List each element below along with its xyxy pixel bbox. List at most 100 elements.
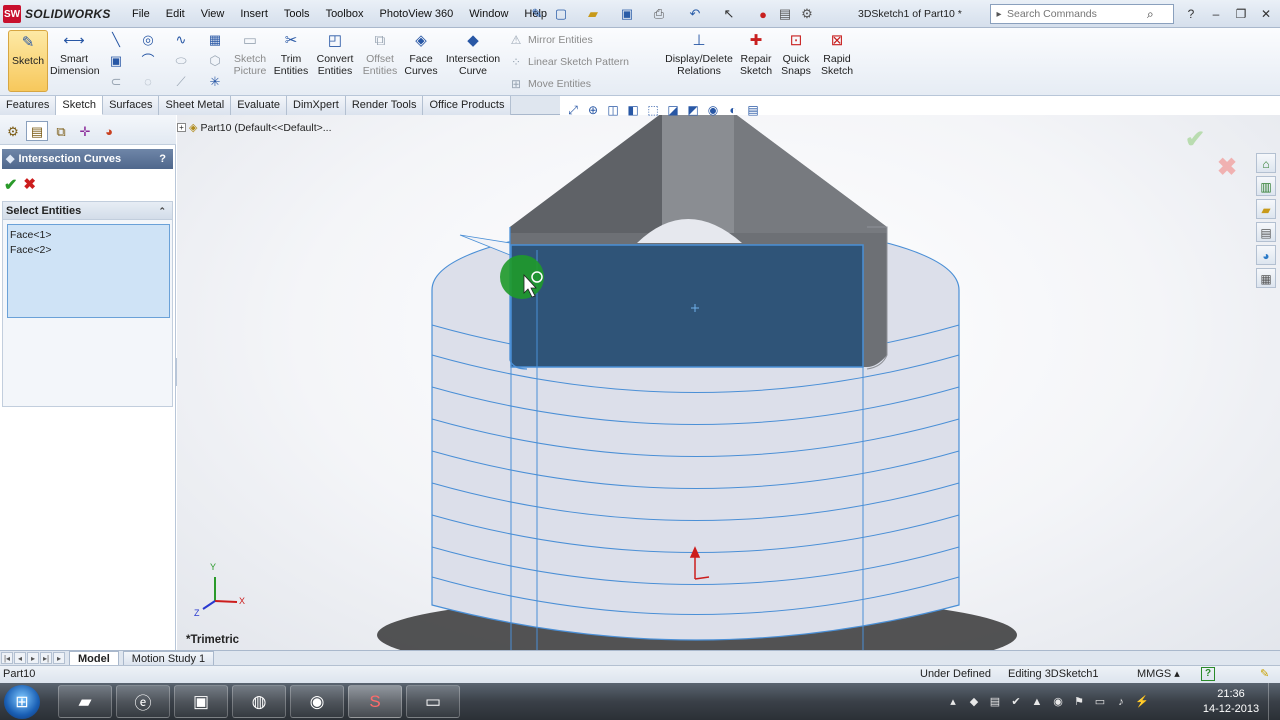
move-entities-button[interactable]: ⊞ Move Entities <box>508 77 591 91</box>
menu-file[interactable]: File <box>124 8 158 20</box>
undo-icon[interactable]: ↶ <box>686 5 704 23</box>
expand-tree-icon[interactable]: + <box>177 123 186 132</box>
solidworks-logo[interactable]: SW SOLIDWORKS <box>3 5 111 23</box>
feature-tree-tab-icon[interactable]: ⚙ <box>2 121 24 141</box>
restore-window-button[interactable]: ❐ <box>1230 5 1252 23</box>
apply-scene-icon[interactable]: ◐ <box>725 102 741 118</box>
rectangle-icon[interactable]: ▣ <box>108 53 124 69</box>
pin-icon[interactable]: ✎ <box>528 5 546 23</box>
circle-icon[interactable]: ◎ <box>140 32 156 48</box>
tab-evaluate[interactable]: Evaluate <box>231 96 287 115</box>
part-name[interactable]: Part10 (Default<<Default>... <box>200 122 331 134</box>
view-settings-icon[interactable]: ▤ <box>745 102 761 118</box>
graphics-area[interactable]: + ◈ Part10 (Default<<Default>... Y X Z *… <box>177 115 1280 650</box>
menu-edit[interactable]: Edit <box>158 8 193 20</box>
select-entities-header[interactable]: Select Entities ⌃ <box>3 202 172 220</box>
open-folder-icon[interactable]: ▰ <box>584 5 602 23</box>
ellipse-icon[interactable]: ⬭ <box>173 53 189 69</box>
menu-view[interactable]: View <box>193 8 233 20</box>
tab-features[interactable]: Features <box>0 96 57 115</box>
quick-tips-help-icon[interactable]: ? <box>1201 667 1215 681</box>
face-curves-button[interactable]: ◈ Face Curves <box>400 31 442 77</box>
search-input[interactable] <box>1007 8 1147 20</box>
close-window-button[interactable]: ✕ <box>1255 5 1277 23</box>
search-commands-box[interactable]: ▸ ⌕ <box>990 4 1174 24</box>
menu-photoview[interactable]: PhotoView 360 <box>371 8 461 20</box>
tab-motion-study[interactable]: Motion Study 1 <box>122 651 215 665</box>
sketch-picture-button[interactable]: ▭ Sketch Picture <box>228 31 272 77</box>
tab-sheet-metal[interactable]: Sheet Metal <box>159 96 232 115</box>
options-gear-icon[interactable]: ⚙ <box>798 5 816 23</box>
help-button[interactable]: ? <box>159 149 166 169</box>
model-viewport[interactable] <box>177 115 1280 650</box>
point-icon[interactable]: ✳ <box>207 74 223 90</box>
tray-action-center-icon[interactable]: ⚑ <box>1072 695 1086 709</box>
print-icon[interactable]: ⎙ <box>650 5 668 23</box>
tab-surfaces[interactable]: Surfaces <box>103 96 160 115</box>
taskbar-clock[interactable]: 21:36 14-12-2013 <box>1198 687 1264 717</box>
rebuild-icon[interactable]: ● <box>754 5 772 23</box>
appearances-icon[interactable]: ◕ <box>1256 245 1276 265</box>
ok-check-icon[interactable]: ✔ <box>4 175 17 195</box>
tab-scroll-icon[interactable]: ▸ <box>53 652 65 664</box>
display-style-icon[interactable]: ◪ <box>665 102 681 118</box>
document-taskbar-icon[interactable]: ▭ <box>406 685 460 718</box>
show-desktop-button[interactable] <box>1268 683 1280 720</box>
tab-office-products[interactable]: Office Products <box>423 96 512 115</box>
confirm-ok-check-icon[interactable]: ✔ <box>1185 125 1205 154</box>
explorer-taskbar-icon[interactable]: ▰ <box>58 685 112 718</box>
sketch-chamfer-icon[interactable]: ⟋ <box>173 74 189 90</box>
start-button[interactable]: ⊞ <box>4 685 40 719</box>
tray-network-drive-icon[interactable]: ▤ <box>988 695 1002 709</box>
confirm-cancel-close-icon[interactable]: ✖ <box>1217 153 1237 182</box>
chrome-taskbar-icon[interactable]: ◉ <box>290 685 344 718</box>
arc-icon[interactable]: ⌒ <box>140 53 156 69</box>
edit-appearance-icon[interactable]: ◉ <box>705 102 721 118</box>
list-item[interactable]: Face<1> <box>10 228 167 243</box>
linear-sketch-pattern-button[interactable]: ⁘ Linear Sketch Pattern <box>508 55 629 69</box>
collapse-chevron-icon[interactable]: ⌃ <box>158 202 166 220</box>
internet-explorer-taskbar-icon[interactable]: ⓔ <box>116 685 170 718</box>
help-question-icon[interactable]: ? <box>1180 5 1202 23</box>
menu-tools[interactable]: Tools <box>276 8 318 20</box>
sketch-button[interactable]: ✎ Sketch <box>8 30 48 92</box>
tab-render-tools[interactable]: Render Tools <box>345 96 424 115</box>
solidworks-taskbar-icon[interactable]: S <box>348 685 402 718</box>
trim-entities-button[interactable]: ✂ Trim Entities <box>270 31 312 77</box>
design-library-icon[interactable]: ▥ <box>1256 176 1276 196</box>
view-palette-icon[interactable]: ▤ <box>1256 222 1276 242</box>
menu-toolbox[interactable]: Toolbox <box>318 8 372 20</box>
spline-icon[interactable]: ∿ <box>173 32 189 48</box>
first-tab-icon[interactable]: |◂ <box>1 652 13 664</box>
hide-show-items-icon[interactable]: ◩ <box>685 102 701 118</box>
new-document-icon[interactable]: ▢ <box>552 5 570 23</box>
convert-entities-button[interactable]: ◰ Convert Entities <box>312 31 358 77</box>
line-icon[interactable]: ╲ <box>108 32 124 48</box>
zoom-to-fit-icon[interactable]: ⤢ <box>565 102 581 118</box>
prev-tab-icon[interactable]: ◂ <box>14 652 26 664</box>
tray-app-icon[interactable]: ◆ <box>967 695 981 709</box>
mirror-entities-button[interactable]: ⚠ Mirror Entities <box>508 33 593 47</box>
menu-insert[interactable]: Insert <box>232 8 276 20</box>
cancel-close-icon[interactable]: ✖ <box>23 175 36 195</box>
slot-icon[interactable]: ⊂ <box>108 74 124 90</box>
home-icon[interactable]: ⌂ <box>1256 153 1276 173</box>
display-delete-relations-button[interactable]: ⊥ Display/Delete Relations <box>662 31 736 77</box>
section-view-icon[interactable]: ◧ <box>625 102 641 118</box>
tray-expand-icon[interactable]: ▴ <box>946 695 960 709</box>
tab-model[interactable]: Model <box>69 651 119 665</box>
sketch-grid-icon[interactable]: ▦ <box>207 32 223 48</box>
last-tab-icon[interactable]: ▸| <box>40 652 52 664</box>
quick-snaps-button[interactable]: ⊡ Quick Snaps <box>778 31 814 77</box>
tab-sketch[interactable]: Sketch <box>56 96 104 115</box>
menu-window[interactable]: Window <box>461 8 516 20</box>
zoom-to-area-icon[interactable]: ⊕ <box>585 102 601 118</box>
polygon-icon[interactable]: ⬡ <box>207 53 223 69</box>
tray-volume-icon[interactable]: ♪ <box>1114 695 1128 709</box>
feature-tree-root[interactable]: + ◈ Part10 (Default<<Default>... <box>177 121 332 134</box>
property-manager-tab-icon[interactable]: ▤ <box>26 121 48 141</box>
tab-dimxpert[interactable]: DimXpert <box>287 96 346 115</box>
intersection-curve-button[interactable]: ◆ Intersection Curve <box>444 31 502 77</box>
tray-pdf-icon[interactable]: ▲ <box>1030 695 1044 709</box>
rebuild-warning-icon[interactable]: ✎ <box>1260 666 1269 683</box>
